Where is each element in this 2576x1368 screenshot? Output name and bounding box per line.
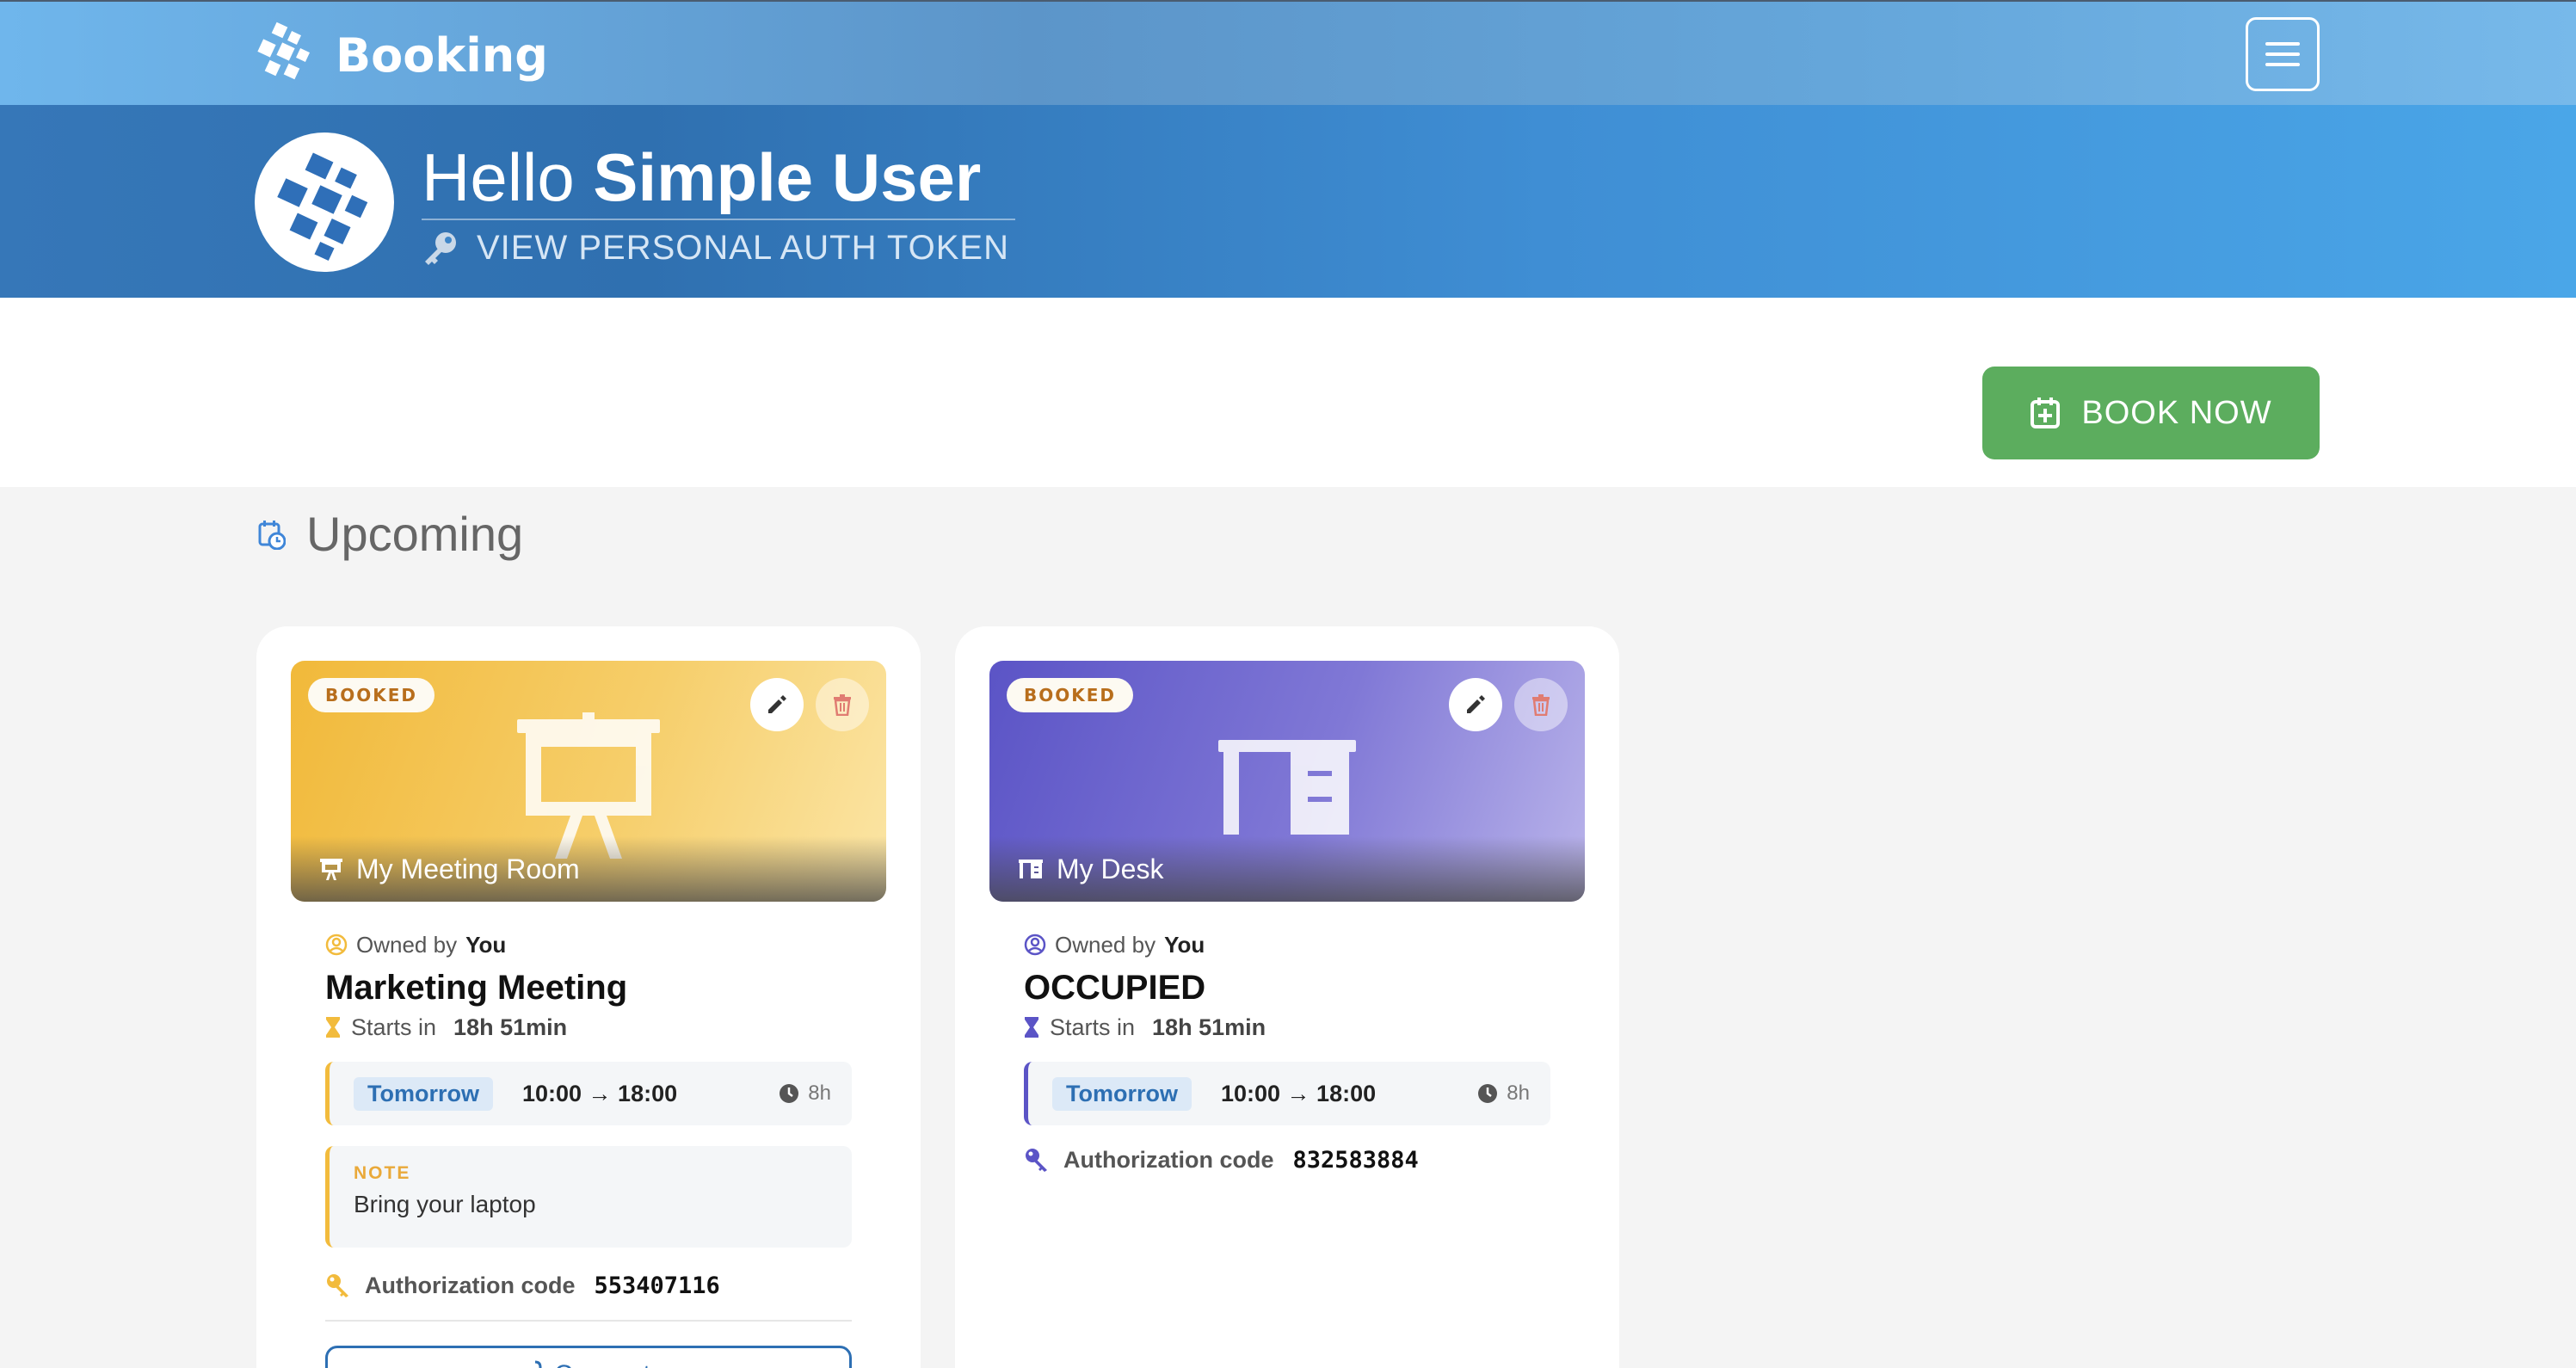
action-band: BOOK NOW bbox=[0, 298, 2576, 487]
starts-in-value: 18h 51min bbox=[453, 1014, 568, 1040]
authorization-code: 553407116 bbox=[594, 1272, 720, 1299]
time-slot: Tomorrow 10:00 → 18:00 8h bbox=[325, 1062, 852, 1125]
booking-title: OCCUPIED bbox=[1024, 969, 1206, 1007]
brand-name[interactable]: Booking bbox=[336, 26, 548, 86]
presentation-board-icon bbox=[320, 859, 342, 880]
hourglass-icon bbox=[326, 1017, 340, 1038]
view-auth-token-label: VIEW PERSONAL AUTH TOKEN bbox=[477, 229, 1009, 267]
clock-icon bbox=[1478, 1084, 1498, 1103]
book-now-button[interactable]: BOOK NOW bbox=[1982, 367, 2320, 459]
starts-in-line: Starts in 18h 51min bbox=[325, 1010, 852, 1044]
note-label: NOTE bbox=[354, 1163, 411, 1183]
duration-value: 8h bbox=[1507, 1081, 1530, 1105]
resource-name-bar: My Desk bbox=[989, 836, 1585, 902]
calendar-clock-icon bbox=[258, 520, 286, 550]
book-now-label: BOOK NOW bbox=[2081, 394, 2272, 431]
starts-in-line: Starts in 18h 51min bbox=[1024, 1010, 1550, 1044]
starts-in-label: Starts in bbox=[351, 1014, 437, 1040]
booking-card-media: BOOKED My Meeting Room bbox=[291, 661, 886, 902]
greeting-heading: Hello Simple User bbox=[422, 136, 1016, 220]
booking-card-meeting-room: BOOKED My Meeting Room Owned by You Mark… bbox=[256, 626, 921, 1368]
hourglass-icon bbox=[1025, 1017, 1038, 1038]
avatar bbox=[255, 132, 394, 272]
booking-card-body: Owned by You Marketing Meeting Starts in… bbox=[325, 927, 852, 1368]
owner-line: Owned by You bbox=[325, 927, 852, 962]
day-pill: Tomorrow bbox=[1052, 1076, 1192, 1111]
owned-by-label: Owned by bbox=[1055, 931, 1156, 958]
desk-icon bbox=[1218, 740, 1356, 835]
upcoming-title: Upcoming bbox=[306, 507, 524, 561]
key-icon bbox=[425, 232, 456, 265]
connect-button[interactable]: Connect bbox=[325, 1346, 852, 1368]
trash-icon bbox=[834, 694, 851, 716]
greeting-prefix: Hello bbox=[422, 139, 575, 215]
time-range: 10:00 → 18:00 bbox=[522, 1080, 678, 1106]
upcoming-section-title: Upcoming bbox=[258, 506, 523, 562]
desk-icon bbox=[1019, 860, 1043, 878]
status-badge: BOOKED bbox=[1007, 678, 1134, 712]
key-icon bbox=[327, 1274, 348, 1297]
status-badge: BOOKED bbox=[308, 678, 435, 712]
resource-name-bar: My Meeting Room bbox=[291, 836, 886, 902]
calendar-plus-icon bbox=[2031, 397, 2061, 428]
authorization-line: Authorization code 553407116 bbox=[325, 1260, 852, 1311]
avatar-logo-icon bbox=[277, 152, 368, 262]
menu-icon bbox=[2265, 42, 2300, 46]
resource-name[interactable]: My Meeting Room bbox=[356, 853, 580, 885]
brand-logo-icon bbox=[257, 22, 310, 80]
hamburger-menu-button[interactable] bbox=[2246, 17, 2320, 91]
owner-line: Owned by You bbox=[1024, 927, 1550, 962]
owner-name: You bbox=[465, 931, 507, 958]
booking-title: Marketing Meeting bbox=[325, 969, 628, 1007]
authorization-code: 832583884 bbox=[1292, 1146, 1419, 1174]
authorization-label: Authorization code bbox=[365, 1272, 576, 1298]
edit-booking-button[interactable] bbox=[1449, 678, 1502, 731]
user-name: Simple User bbox=[593, 139, 982, 215]
resource-name[interactable]: My Desk bbox=[1057, 853, 1163, 885]
user-circle-icon bbox=[325, 934, 348, 956]
pencil-icon bbox=[768, 695, 786, 713]
booking-card-body: Owned by You OCCUPIED Starts in 18h 51mi… bbox=[1024, 927, 1550, 1186]
authorization-label: Authorization code bbox=[1063, 1146, 1274, 1173]
divider bbox=[325, 1320, 852, 1322]
edit-booking-button[interactable] bbox=[750, 678, 804, 731]
booking-note: NOTE Bring your laptop bbox=[325, 1146, 852, 1248]
duration: 8h bbox=[779, 1081, 831, 1106]
booking-card-media: BOOKED My Desk bbox=[989, 661, 1585, 902]
top-navbar: Booking bbox=[0, 0, 2576, 105]
connect-label: Connect bbox=[554, 1360, 650, 1368]
authorization-line: Authorization code 832583884 bbox=[1024, 1134, 1550, 1186]
starts-in-value: 18h 51min bbox=[1152, 1014, 1266, 1040]
user-hero: Hello Simple User VIEW PERSONAL AUTH TOK… bbox=[0, 105, 2576, 298]
link-icon bbox=[535, 1360, 542, 1368]
pencil-icon bbox=[1467, 695, 1485, 713]
owner-name: You bbox=[1164, 931, 1205, 958]
time-slot: Tomorrow 10:00 → 18:00 8h bbox=[1024, 1062, 1550, 1125]
starts-in-label: Starts in bbox=[1050, 1014, 1136, 1040]
duration-value: 8h bbox=[808, 1081, 831, 1105]
owned-by-label: Owned by bbox=[356, 931, 458, 958]
duration: 8h bbox=[1477, 1081, 1530, 1106]
clock-icon bbox=[780, 1084, 799, 1103]
delete-booking-button[interactable] bbox=[1514, 678, 1568, 731]
view-auth-token-link[interactable]: VIEW PERSONAL AUTH TOKEN bbox=[422, 222, 1009, 274]
trash-icon bbox=[1532, 694, 1550, 716]
delete-booking-button[interactable] bbox=[816, 678, 869, 731]
time-range: 10:00 → 18:00 bbox=[1221, 1080, 1377, 1106]
note-text: Bring your laptop bbox=[354, 1191, 536, 1217]
user-circle-icon bbox=[1024, 934, 1046, 956]
key-icon bbox=[1026, 1149, 1047, 1172]
booking-card-desk: BOOKED My Desk Owned by You OCCUPIED Sta… bbox=[955, 626, 1619, 1368]
day-pill: Tomorrow bbox=[354, 1076, 493, 1111]
